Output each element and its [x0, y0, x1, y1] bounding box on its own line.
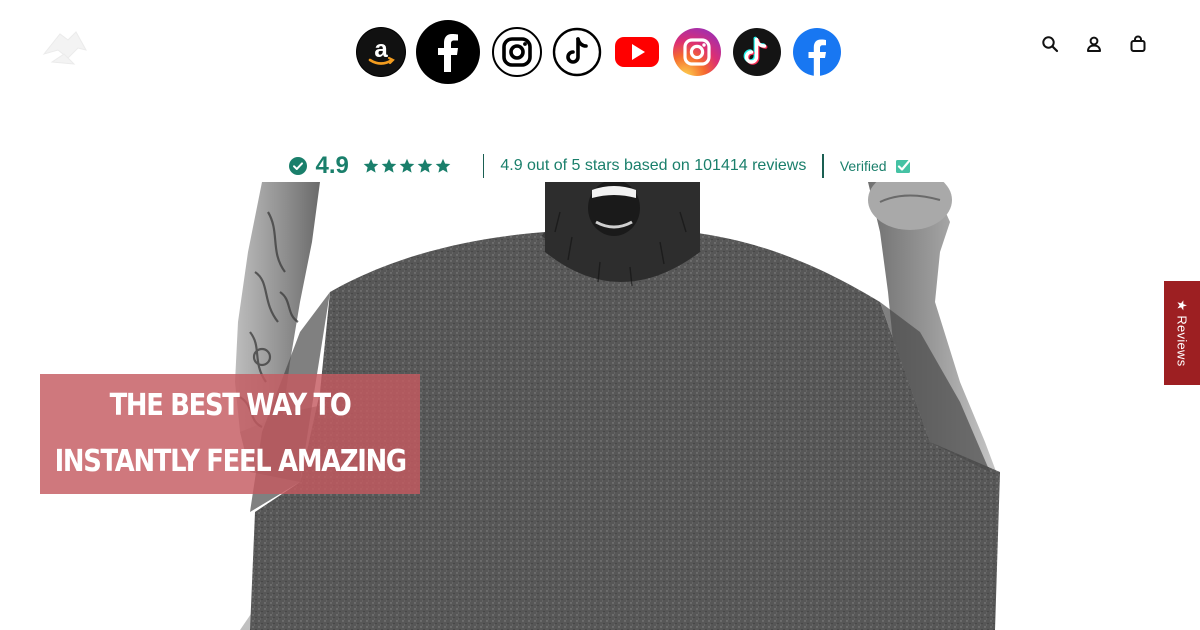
cart-icon[interactable]: [1128, 34, 1148, 54]
brand-logo[interactable]: [38, 24, 90, 68]
divider: [482, 154, 485, 178]
hero-headline-line1: THE BEST WAY TO: [109, 388, 352, 423]
verified-badge-icon: [895, 158, 911, 173]
star-icon: [381, 158, 397, 173]
social-links: a: [356, 20, 842, 84]
site-header: a: [0, 0, 1200, 100]
svg-text:a: a: [374, 36, 388, 63]
instagram-icon[interactable]: [492, 27, 542, 77]
reviews-tab[interactable]: ★ Reviews: [1164, 281, 1200, 385]
verified-label: Verified: [839, 158, 887, 174]
search-icon[interactable]: [1040, 34, 1060, 54]
star-icon: [417, 158, 433, 173]
amazon-icon[interactable]: a: [356, 27, 406, 77]
youtube-icon[interactable]: [612, 27, 662, 77]
star-icon: [363, 158, 379, 173]
divider: [822, 154, 824, 178]
facebook-icon[interactable]: [416, 20, 480, 84]
check-circle-icon: [289, 157, 308, 175]
star-rating: [363, 158, 451, 174]
facebook-color-icon[interactable]: [792, 27, 842, 77]
hero-headline-line2: INSTANTLY FEEL AMAZING: [54, 444, 407, 479]
header-actions: [1040, 34, 1148, 54]
hero-headline-panel: THE BEST WAY TO INSTANTLY FEEL AMAZING: [40, 374, 420, 494]
instagram-color-icon[interactable]: [672, 27, 722, 77]
reviews-tab-label: ★ Reviews: [1175, 299, 1190, 367]
rating-summary: 4.9 out of 5 stars based on 101414 revie…: [500, 157, 807, 174]
account-icon[interactable]: [1084, 34, 1104, 54]
star-icon: [435, 158, 451, 173]
tiktok-icon[interactable]: [552, 27, 602, 77]
star-icon: [399, 158, 415, 173]
tiktok-color-icon[interactable]: [732, 27, 782, 77]
rating-score: 4.9: [315, 152, 349, 179]
rating-bar[interactable]: 4.9 4.9 out of 5 stars based on 101414 r…: [0, 150, 1200, 182]
